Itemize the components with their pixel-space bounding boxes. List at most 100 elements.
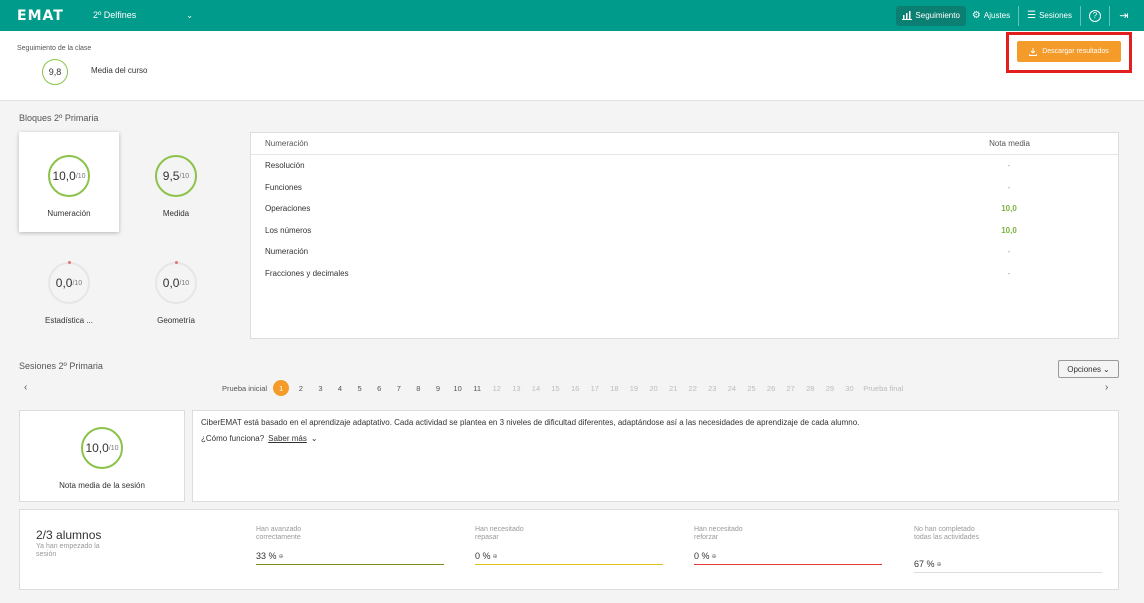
how-it-works-label: ¿Cómo funciona? (201, 434, 265, 443)
block-score: 0,0 (55, 276, 73, 290)
how-it-works: ¿Cómo funciona? Saber más ⌄ (201, 434, 1110, 443)
block-score: 10,0 (52, 169, 76, 183)
nav-ajustes[interactable]: ⚙ Ajustes (966, 6, 1016, 26)
pager-page[interactable]: 11 (467, 384, 487, 393)
pager-page[interactable]: 7 (389, 384, 409, 393)
app-logo[interactable]: EMAT (17, 8, 64, 24)
session-score: 10,0 (85, 441, 109, 455)
block-card-estadistica[interactable]: 0,0/10 Estadística ... (19, 239, 119, 339)
stat-value: 67 % ⊕ (914, 558, 1102, 572)
pager-current[interactable]: 1 (273, 380, 290, 396)
chevron-down-icon[interactable]: ⌄ (311, 434, 318, 443)
pager-last: Prueba final (863, 383, 904, 393)
pager-disabled-pages: 12 13 14 15 16 17 18 19 20 21 22 23 24 25 26 27 28 29 30 (487, 384, 859, 393)
help-button[interactable]: ? (1083, 6, 1107, 26)
options-button[interactable]: Opciones ⌄ (1058, 360, 1119, 378)
block-score-ring: 0,0/10 (48, 261, 90, 304)
pager-page-disabled: 16 (570, 383, 580, 393)
info-icon[interactable]: ⊕ (493, 553, 498, 560)
session-stats-card: 2/3 alumnos Ya han empezado la sesión Ha… (19, 509, 1119, 590)
nav-divider (1080, 5, 1081, 26)
row-name: Fracciones y decimales (265, 268, 349, 278)
pager-page-disabled: 26 (766, 383, 776, 393)
pager-page[interactable]: 9 (428, 384, 448, 393)
stat-incomplete: No han completado todas las actividades … (914, 526, 1102, 573)
block-score-max: /10 (72, 279, 83, 287)
info-icon[interactable]: ⊕ (712, 553, 717, 560)
students-count: 2/3 alumnos (36, 528, 102, 542)
top-bar: EMAT 2º Delfines ⌄ Seguimiento ⚙ Ajustes… (0, 0, 1144, 31)
pager-page[interactable]: 8 (409, 384, 429, 393)
pager-page-disabled: 22 (688, 383, 697, 393)
stat-value-text: 33 % (256, 551, 277, 561)
table-row: Numeración - (251, 241, 1118, 263)
table-header: Numeración Nota media (251, 133, 1118, 155)
block-score-max: /10 (179, 279, 190, 287)
row-name: Resolución (265, 161, 305, 171)
block-card-medida[interactable]: 9,5/10 Medida (126, 132, 226, 232)
help-icon: ? (1089, 9, 1101, 22)
pager-page[interactable]: 10 (448, 384, 468, 393)
nav-seguimiento[interactable]: Seguimiento (896, 5, 966, 26)
list-icon: ☰ (1027, 10, 1037, 21)
stat-value-text: 67 % (914, 559, 935, 569)
row-name: Los números (265, 225, 312, 235)
block-card-numeracion[interactable]: 10,0/10 Numeración (19, 132, 119, 232)
session-info-text: CiberEMAT está basado en el aprendizaje … (201, 418, 860, 427)
pager-page-disabled: 25 (747, 383, 756, 393)
stat-advanced: Han avanzado correctamente 33 % ⊕ (256, 526, 444, 565)
stat-value: 0 % ⊕ (475, 550, 663, 564)
info-icon[interactable]: ⊕ (279, 553, 284, 560)
pager-page-disabled: 27 (786, 383, 795, 393)
pager-page[interactable]: 3 (311, 384, 331, 393)
stat-label: Han necesitado repasar (475, 526, 524, 541)
pager-next-arrow-icon[interactable]: › (1105, 382, 1108, 393)
session-score-label: Nota media de la sesión (59, 481, 145, 490)
stat-review: Han necesitado repasar 0 % ⊕ (475, 526, 663, 565)
session-score-ring: 10,0/10 (81, 427, 123, 469)
pager-page-disabled: 15 (551, 383, 560, 393)
progress-dot (175, 261, 178, 264)
nav-divider (1109, 5, 1110, 26)
info-icon[interactable]: ⊕ (937, 561, 942, 568)
pager-page-disabled: 12 (492, 383, 501, 393)
pager-page-disabled: 14 (531, 383, 541, 393)
row-value: 10,0 (1001, 225, 1017, 235)
pager-page-disabled: 28 (806, 383, 815, 393)
pager-page-disabled: 19 (629, 383, 639, 393)
pager-first[interactable]: Prueba inicial (222, 384, 271, 393)
blocks-title: Bloques 2º Primaria (19, 113, 99, 123)
stat-bar (256, 564, 444, 565)
class-selector[interactable]: 2º Delfines ⌄ (93, 10, 193, 20)
learn-more-link[interactable]: Saber más (268, 434, 307, 443)
nav-sesiones[interactable]: ☰ Sesiones (1021, 6, 1078, 26)
block-name: Medida (162, 209, 190, 218)
table-col-avg: Nota media (989, 139, 1030, 148)
stat-label: Han avanzado correctamente (256, 526, 302, 541)
block-card-geometria[interactable]: 0,0/10 Geometría (126, 239, 226, 339)
nav-ajustes-label: Ajustes (983, 11, 1011, 20)
pager-enabled-pages: 2 3 4 5 6 7 8 9 10 11 (291, 384, 487, 393)
row-value: 10,0 (1001, 204, 1017, 214)
pager-page[interactable]: 5 (350, 384, 370, 393)
stat-bar (914, 572, 1102, 573)
stat-bar (694, 564, 882, 565)
table-row: Funciones - (251, 177, 1118, 199)
pager-page[interactable]: 6 (369, 384, 389, 393)
pager-page[interactable]: 2 (291, 384, 311, 393)
row-name: Funciones (265, 182, 302, 192)
session-pager: Prueba inicial 1 2 3 4 5 6 7 8 9 10 11 12 13 14 15 16… (222, 380, 903, 396)
stat-label: No han completado todas las actividades (914, 526, 979, 541)
block-name: Numeración (47, 209, 91, 218)
block-name: Geometría (157, 316, 195, 325)
stat-value-text: 0 % (694, 551, 710, 561)
row-value: - (1007, 182, 1011, 192)
table-row: Los números 10,0 (251, 220, 1118, 242)
pager-page[interactable]: 4 (330, 384, 350, 393)
chevron-down-icon: ⌄ (186, 10, 193, 20)
sessions-title: Sesiones 2º Primaria (19, 361, 103, 371)
pager-prev-arrow-icon[interactable]: ‹ (24, 382, 27, 393)
logout-button[interactable]: ⇥ (1112, 6, 1136, 26)
main-nav: Seguimiento ⚙ Ajustes ☰ Sesiones ? ⇥ (896, 0, 1144, 31)
table-row: Operaciones 10,0 (251, 198, 1118, 220)
